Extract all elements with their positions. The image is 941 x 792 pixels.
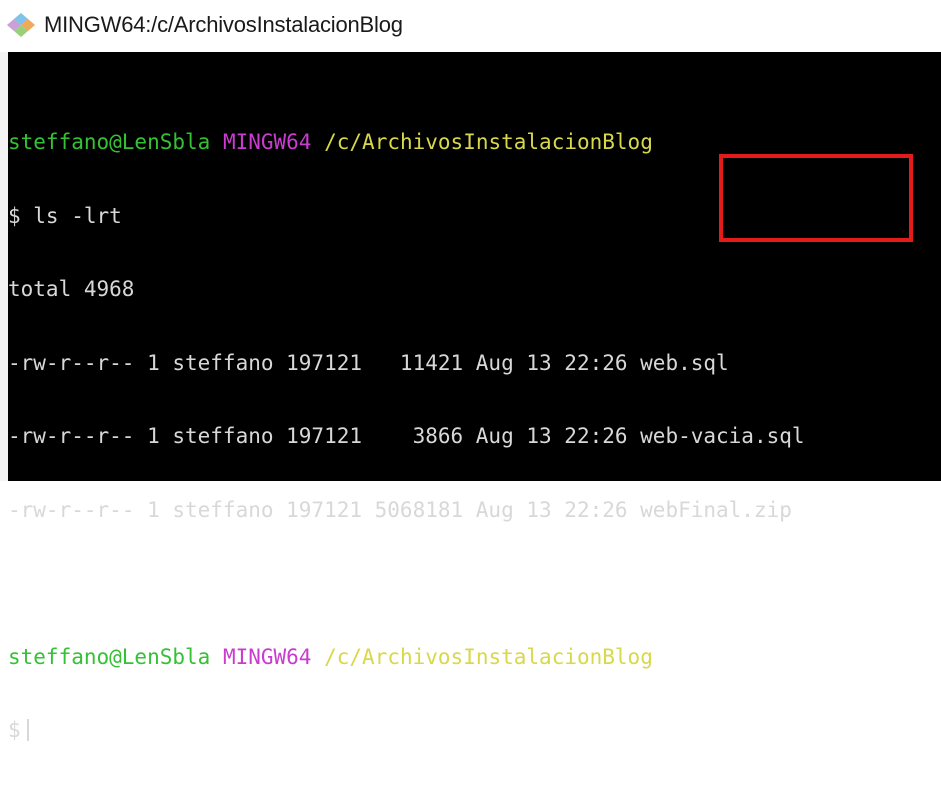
total-line: total 4968	[8, 277, 135, 301]
window-title: MINGW64:/c/ArchivosInstalacionBlog	[44, 12, 403, 37]
prompt-user: steffano@LenSbla	[8, 130, 211, 154]
file-name: webFinal.zip	[640, 497, 792, 522]
terminal-area[interactable]: steffano@LenSbla MINGW64 /c/ArchivosInst…	[0, 52, 941, 742]
window-titlebar[interactable]: MINGW64:/c/ArchivosInstalacionBlog	[0, 0, 941, 50]
git-bash-diamond-icon	[7, 13, 35, 37]
file-meta: -rw-r--r-- 1 steffano 197121 3866 Aug 13…	[8, 424, 641, 448]
text-cursor	[26, 719, 29, 741]
terminal-output: steffano@LenSbla MINGW64 /c/ArchivosInst…	[8, 81, 805, 792]
file-entry: -rw-r--r-- 1 steffano 197121 11421 Aug 1…	[8, 351, 805, 376]
prompt-host: MINGW64	[222, 130, 312, 154]
prompt-line-1: steffano@LenSbla MINGW64 /c/ArchivosInst…	[8, 130, 805, 155]
file-name: web.sql	[640, 350, 729, 375]
prompt-path: /c/ArchivosInstalacionBlog	[324, 644, 653, 669]
input-prompt-symbol: $	[8, 718, 21, 742]
file-meta: -rw-r--r-- 1 steffano 197121 5068181 Aug…	[8, 497, 641, 522]
prompt-host: MINGW64	[222, 644, 312, 669]
prompt-path: /c/ArchivosInstalacionBlog	[324, 130, 653, 154]
file-entry: -rw-r--r-- 1 steffano 197121 5068181 Aug…	[8, 498, 805, 523]
input-line[interactable]: $	[8, 718, 805, 743]
filename-highlight-box	[719, 154, 913, 242]
file-entry: -rw-r--r-- 1 steffano 197121 3866 Aug 13…	[8, 424, 805, 449]
prompt-user: steffano@LenSbla	[8, 644, 211, 669]
file-name: web-vacia.sql	[640, 424, 805, 448]
prompt-line-2: steffano@LenSbla MINGW64 /c/ArchivosInst…	[8, 645, 805, 670]
command-line: $ ls -lrt	[8, 203, 122, 228]
file-meta: -rw-r--r-- 1 steffano 197121 11421 Aug 1…	[8, 350, 641, 375]
